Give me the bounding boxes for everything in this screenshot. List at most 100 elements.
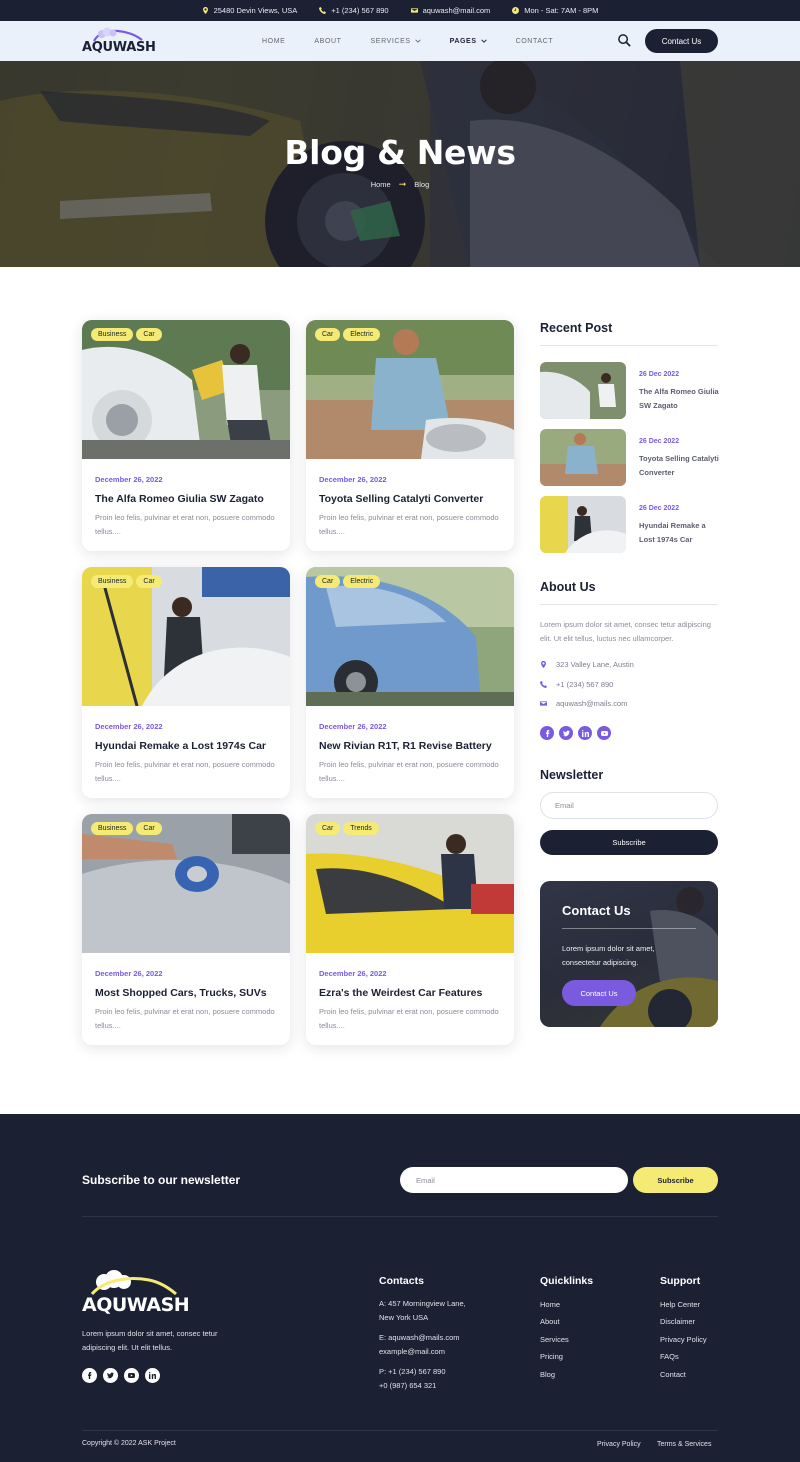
sidebar-phone[interactable]: +1 (234) 567 890 [540,680,613,689]
post-title[interactable]: Toyota Selling Catalyti Converter [319,493,509,505]
newsletter-subscribe-button[interactable]: Subscribe [540,830,718,855]
footer-link-pricing[interactable]: Pricing [540,1352,563,1361]
post-excerpt: Proin leo felis, pulvinar et erat non, p… [319,1007,499,1030]
recent-post-title[interactable]: Toyota Selling Catalyti Converter [639,452,719,479]
footer-phone-line1[interactable]: P: +1 (234) 567 890 [379,1365,446,1379]
recent-post-thumbnail[interactable] [540,496,626,553]
footer-link-blog[interactable]: Blog [540,1370,555,1379]
newsletter-email-input[interactable]: Email [540,792,718,819]
topbar-email[interactable]: aquwash@mail.com [410,6,491,15]
post-title[interactable]: Most Shopped Cars, Trucks, SUVs [95,987,285,999]
blog-card[interactable]: Car Trends December 26, 2022 Ezra's the … [306,814,514,1045]
search-icon[interactable] [617,33,632,48]
tag-badge[interactable]: Car [315,822,341,835]
blog-card[interactable]: Business Car December 26, 2022 Most Shop… [82,814,290,1045]
tag-badge[interactable]: Trends [343,822,379,835]
footer-link-disclaimer[interactable]: Disclaimer [660,1317,695,1326]
recent-post-item[interactable]: 26 Dec 2022 Hyundai Remake a Lost 1974s … [540,496,718,553]
legal-link-terms[interactable]: Terms & Services [657,1441,711,1448]
main-navigation: AQUWASH HOME ABOUT SERVICES PAGES CONTAC… [0,21,800,61]
facebook-icon[interactable] [82,1368,97,1383]
nav-item-label: CONTACT [515,37,554,45]
nav-item-services[interactable]: SERVICES [371,38,421,45]
recent-post-title[interactable]: Hyundai Remake a Lost 1974s Car [639,519,719,546]
recent-post-item[interactable]: 26 Dec 2022 The Alfa Romeo Giulia SW Zag… [540,362,719,419]
nav-item-label: HOME [262,37,286,45]
twitter-icon[interactable] [559,726,573,740]
mail-icon [540,701,547,706]
footer-link-contact[interactable]: Contact [660,1370,686,1379]
twitter-icon[interactable] [103,1368,118,1383]
recent-post-item[interactable]: 26 Dec 2022 Toyota Selling Catalyti Conv… [540,429,719,486]
tag-badge[interactable]: Car [136,328,162,341]
footer-address-line1: A: 457 Morningview Lane, [379,1299,466,1308]
tag-badge[interactable]: Electric [343,328,381,341]
tag-badge[interactable]: Car [315,575,341,588]
phone-icon [319,7,327,14]
footer-link-faqs[interactable]: FAQs [660,1352,679,1361]
footer-support-heading: Support [660,1275,701,1287]
blog-card[interactable]: Business Car December 26, 2022 The Alfa … [82,320,290,551]
nav-item-about[interactable]: ABOUT [314,38,341,45]
recent-post-thumbnail[interactable] [540,362,626,419]
footer-link-services[interactable]: Services [540,1335,569,1344]
footer-email-input[interactable]: Email [400,1167,628,1193]
footer-email-line2[interactable]: example@mail.com [379,1345,445,1359]
sidebar-email[interactable]: aquwash@mails.com [540,699,627,708]
blog-card[interactable]: Business Car December 26, 2022 Hyundai R… [82,567,290,798]
facebook-icon[interactable] [540,726,554,740]
post-date: December 26, 2022 [95,722,163,731]
tag-badge[interactable]: Business [91,822,134,835]
tag-badge[interactable]: Car [136,822,162,835]
post-title[interactable]: New Rivian R1T, R1 Revise Battery [319,740,509,752]
topbar-address-text: 25480 Devin Views, USA [213,6,298,15]
footer-subscribe-button[interactable]: Subscribe [633,1167,718,1193]
footer-link-privacy-policy[interactable]: Privacy Policy [660,1335,707,1344]
topbar-email-text: aquwash@mail.com [422,6,491,15]
newsletter-heading: Newsletter [540,768,604,782]
tag-badge[interactable]: Business [91,328,134,341]
nav-menu: HOME ABOUT SERVICES PAGES CONTACT [262,21,582,61]
divider [82,1216,718,1217]
blog-card[interactable]: Car Electric December 26, 2022 New Rivia… [306,567,514,798]
nav-contact-button[interactable]: Contact Us [645,29,718,53]
post-excerpt: Proin leo felis, pulvinar et erat non, p… [95,513,275,536]
footer-phone-line2[interactable]: +0 (987) 654 321 [379,1379,436,1393]
youtube-icon[interactable] [597,726,611,740]
contact-card-text: Lorem ipsum dolor sit amet, consectetur … [562,944,655,967]
nav-item-home[interactable]: HOME [262,38,285,45]
footer-brand-logo[interactable]: AQUWASH [82,1270,190,1316]
post-title[interactable]: Hyundai Remake a Lost 1974s Car [95,740,285,752]
recent-post-date: 26 Dec 2022 [639,371,680,378]
nav-item-contact[interactable]: CONTACT [516,38,554,45]
brand-logo[interactable]: AQUWASH [82,27,156,55]
post-tags: Business Car [91,328,162,341]
contact-card-button[interactable]: Contact Us [562,980,636,1006]
recent-post-heading: Recent Post [540,321,613,335]
recent-post-thumbnail[interactable] [540,429,626,486]
tag-badge[interactable]: Electric [343,575,381,588]
footer-link-help-center[interactable]: Help Center [660,1300,700,1309]
footer-link-home[interactable]: Home [540,1300,560,1309]
linkedin-icon[interactable] [145,1368,160,1383]
blog-card[interactable]: Car Electric December 26, 2022 Toyota Se… [306,320,514,551]
legal-link-privacy[interactable]: Privacy Policy [597,1441,641,1448]
divider [82,1430,718,1431]
post-title[interactable]: The Alfa Romeo Giulia SW Zagato [95,493,285,505]
breadcrumb: Home ➞ Blog [0,179,800,190]
tag-badge[interactable]: Car [136,575,162,588]
footer-email-line1[interactable]: E: aquwash@mails.com [379,1331,460,1345]
tag-badge[interactable]: Business [91,575,134,588]
youtube-icon[interactable] [124,1368,139,1383]
tag-badge[interactable]: Car [315,328,341,341]
breadcrumb-home[interactable]: Home [371,180,391,189]
page-title: Blog & News [284,133,516,172]
chevron-down-icon [414,39,421,43]
footer-link-about[interactable]: About [540,1317,560,1326]
post-title[interactable]: Ezra's the Weirdest Car Features [319,987,509,999]
divider [562,928,696,929]
nav-item-pages[interactable]: PAGES [450,38,487,45]
linkedin-icon[interactable] [578,726,592,740]
recent-post-title[interactable]: The Alfa Romeo Giulia SW Zagato [639,385,719,412]
topbar-phone[interactable]: +1 (234) 567 890 [319,6,389,15]
